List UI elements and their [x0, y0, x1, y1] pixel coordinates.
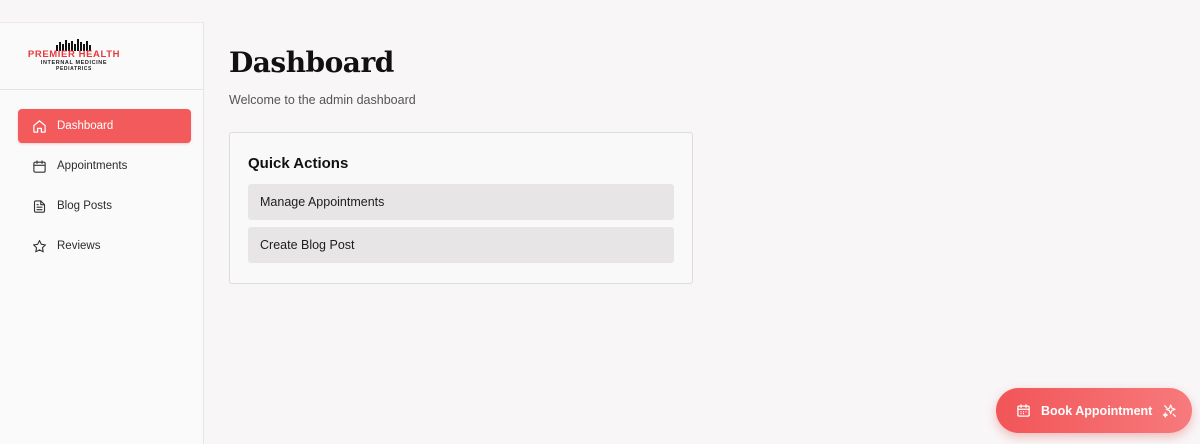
- page-title: Dashboard: [229, 46, 394, 79]
- quick-actions-title: Quick Actions: [248, 155, 349, 172]
- page-subtitle: Welcome to the admin dashboard: [229, 93, 416, 107]
- logo-brand: PREMIER HEALTH: [27, 49, 121, 60]
- calendar-icon: [1016, 403, 1031, 418]
- sidebar-item-appointments[interactable]: Appointments: [18, 149, 191, 183]
- main-content: Dashboard Welcome to the admin dashboard…: [204, 0, 1200, 444]
- sparkle-icon: [1162, 403, 1178, 419]
- sidebar-container: PREMIER HEALTH INTERNAL MEDICINE PEDIATR…: [0, 0, 204, 444]
- create-blog-post-button[interactable]: Create Blog Post: [248, 227, 674, 263]
- sidebar-nav: Dashboard Appointments Blog Posts Review…: [0, 90, 203, 263]
- quick-actions-card: Quick Actions Manage Appointments Create…: [229, 132, 693, 284]
- logo-area: PREMIER HEALTH INTERNAL MEDICINE PEDIATR…: [0, 23, 203, 90]
- logo-subtitle-pediatrics: PEDIATRICS: [56, 66, 92, 72]
- premier-health-logo[interactable]: PREMIER HEALTH INTERNAL MEDICINE PEDIATR…: [26, 39, 122, 72]
- calendar-icon: [32, 159, 47, 174]
- sidebar: PREMIER HEALTH INTERNAL MEDICINE PEDIATR…: [0, 22, 204, 444]
- book-appointment-button[interactable]: Book Appointment: [996, 388, 1192, 433]
- sidebar-item-reviews[interactable]: Reviews: [18, 229, 191, 263]
- sidebar-item-label: Appointments: [57, 160, 128, 172]
- sidebar-item-label: Blog Posts: [57, 200, 112, 212]
- book-appointment-label: Book Appointment: [1041, 403, 1153, 418]
- sidebar-item-blog-posts[interactable]: Blog Posts: [18, 189, 191, 223]
- sidebar-item-label: Reviews: [57, 240, 101, 252]
- sidebar-item-label: Dashboard: [57, 120, 114, 132]
- home-icon: [32, 119, 47, 134]
- document-icon: [32, 199, 47, 214]
- app-shell: PREMIER HEALTH INTERNAL MEDICINE PEDIATR…: [0, 0, 1200, 444]
- sidebar-item-dashboard[interactable]: Dashboard: [18, 109, 191, 143]
- star-icon: [32, 239, 47, 254]
- manage-appointments-button[interactable]: Manage Appointments: [248, 184, 674, 220]
